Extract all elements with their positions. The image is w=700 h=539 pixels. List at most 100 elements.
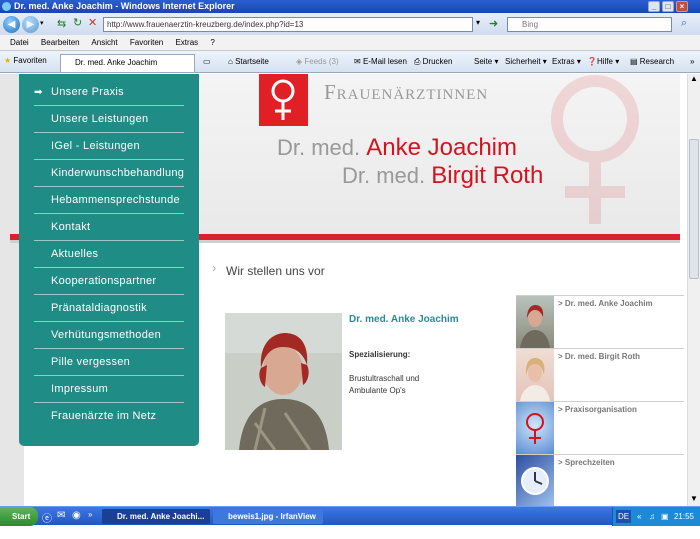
favorites-button[interactable]: ★ Favoriten	[4, 56, 47, 65]
link-label: > Sprechzeiten	[558, 458, 615, 467]
maximize-icon[interactable]: □	[662, 1, 674, 12]
network-icon[interactable]: ▣	[661, 507, 669, 526]
nav-item-hebammensprechstunde[interactable]: Hebammensprechstunde	[34, 187, 184, 214]
portrait-thumb-icon	[520, 305, 550, 348]
window-title: Dr. med. Anke Joachim - Windows Internet…	[14, 1, 235, 11]
sidebar-link-anke-joachim[interactable]: > Dr. med. Anke Joachim	[516, 295, 684, 348]
help-menu-button[interactable]: ❓Hilfe ▾	[587, 57, 619, 66]
sidebar-link-sprechzeiten[interactable]: > Sprechzeiten	[516, 454, 684, 506]
close-icon[interactable]: ×	[676, 1, 688, 12]
extras-label: Extras	[552, 57, 575, 66]
nav-label: Aktuelles	[51, 248, 99, 260]
task-label: Dr. med. Anke Joachi...	[117, 512, 205, 521]
feeds-label: Feeds (3)	[304, 57, 339, 66]
volume-icon[interactable]: ♫	[649, 507, 655, 526]
nav-item-impressum[interactable]: Impressum	[34, 376, 184, 403]
mail-button[interactable]: ✉ E-Mail lesen	[354, 57, 407, 66]
nav-label: Frauenärzte im Netz	[51, 410, 157, 422]
print-button[interactable]: ⎙ Drucken	[414, 57, 452, 67]
tray-chevron-icon[interactable]: «	[637, 507, 641, 526]
history-dropdown-icon[interactable]: ▾	[40, 19, 44, 27]
vertical-scrollbar[interactable]: ▲ ▼	[687, 74, 700, 506]
help-icon: ❓	[587, 57, 597, 66]
feeds-button[interactable]: ◈ Feeds (3)	[296, 57, 339, 66]
menu-ansicht[interactable]: Ansicht	[91, 38, 117, 47]
menu-favoriten[interactable]: Favoriten	[130, 38, 163, 47]
doctor-photo	[225, 313, 342, 450]
portrait-thumb-icon	[520, 358, 550, 401]
search-placeholder: Bing	[522, 20, 539, 29]
spec-line-1: Brustultraschall und	[349, 374, 420, 383]
venus-logo	[259, 74, 308, 126]
tab-active[interactable]: Dr. med. Anke Joachim	[60, 54, 195, 72]
new-tab-button[interactable]: ▭	[203, 57, 211, 66]
nav-label: Kinderwunschbehandlung	[51, 167, 185, 179]
page-menu-button[interactable]: Seite ▾	[474, 57, 498, 66]
taskbar: Start ⓔ ✉ ◉ » Dr. med. Anke Joachi... be…	[0, 506, 700, 536]
toolbar-overflow-icon[interactable]: »	[690, 57, 694, 66]
mail-label: E-Mail lesen	[362, 57, 407, 66]
menu-bearbeiten[interactable]: Bearbeiten	[41, 38, 80, 47]
research-button[interactable]: ▤ Research	[630, 57, 674, 66]
nav-item-praenataldiagnostik[interactable]: Pränataldiagnostik	[34, 295, 184, 322]
thumbnail-roth	[516, 349, 554, 401]
back-icon[interactable]: ◀	[3, 16, 20, 33]
go-icon[interactable]: ➜	[489, 17, 498, 30]
menu-datei[interactable]: Datei	[10, 38, 29, 47]
compat-icon[interactable]: ⇆	[57, 17, 66, 30]
portrait-image	[225, 313, 342, 450]
sidebar-link-birgit-roth[interactable]: > Dr. med. Birgit Roth	[516, 348, 684, 401]
stop-icon[interactable]: ✕	[88, 16, 97, 29]
taskbar-item-irfanview[interactable]: beweis1.jpg - IrfanView ...	[213, 509, 323, 536]
heading-chevron-icon: ›	[212, 260, 217, 275]
spec-line-2: Ambulante Op's	[349, 386, 406, 395]
nav-item-frauenaerzte-im-netz[interactable]: Frauenärzte im Netz	[34, 403, 184, 430]
nav-item-unsere-praxis[interactable]: ➡ Unsere Praxis	[34, 79, 184, 106]
profile-name: Dr. med. Anke Joachim	[349, 314, 459, 325]
menu-bar: Datei Bearbeiten Ansicht Favoriten Extra…	[0, 35, 700, 51]
safety-menu-button[interactable]: Sicherheit ▾	[505, 57, 547, 66]
doctor1-prefix: Dr. med.	[277, 135, 361, 160]
nav-item-pille-vergessen[interactable]: Pille vergessen	[34, 349, 184, 376]
system-tray: DE « ♫ ▣ 21:55	[612, 507, 700, 526]
sidebar-link-praxisorganisation[interactable]: > Praxisorganisation	[516, 401, 684, 454]
language-indicator[interactable]: DE	[616, 510, 632, 523]
quicklaunch-media-icon[interactable]: ◉	[72, 510, 81, 521]
nav-item-unsere-leistungen[interactable]: Unsere Leistungen	[34, 106, 184, 133]
nav-item-kinderwunsch[interactable]: Kinderwunschbehandlung	[34, 160, 184, 187]
arrow-right-icon: ➡	[34, 87, 43, 98]
search-input[interactable]: Bing	[507, 17, 672, 32]
refresh-icon[interactable]: ↻	[73, 16, 82, 29]
doctor2-name: Birgit Roth	[431, 162, 544, 189]
spec-label: Spezialisierung:	[349, 350, 411, 359]
home-button[interactable]: ⌂ Startseite	[228, 57, 269, 66]
favorites-label: Favoriten	[13, 56, 47, 65]
start-button[interactable]: Start	[0, 507, 38, 526]
link-label: > Dr. med. Birgit Roth	[558, 352, 641, 361]
nav-item-verhuetungsmethoden[interactable]: Verhütungsmethoden	[34, 322, 184, 349]
nav-item-aktuelles[interactable]: Aktuelles	[34, 241, 184, 268]
extras-menu-button[interactable]: Extras ▾	[552, 57, 581, 66]
nav-item-kontakt[interactable]: Kontakt	[34, 214, 184, 241]
forward-icon[interactable]: ▶	[22, 16, 39, 33]
link-label: > Dr. med. Anke Joachim	[558, 299, 653, 308]
menu-extras[interactable]: Extras	[175, 38, 198, 47]
address-dropdown-icon[interactable]: ▾	[476, 18, 480, 27]
menu-help[interactable]: ?	[210, 38, 214, 47]
favorites-bar: ★ Favoriten Dr. med. Anke Joachim ▭ ⌂ St…	[0, 51, 700, 73]
search-icon[interactable]: ⌕	[681, 17, 687, 30]
scrollbar-thumb[interactable]	[689, 139, 699, 279]
scroll-down-icon[interactable]: ▼	[690, 494, 698, 503]
quicklaunch-mail-icon[interactable]: ✉	[57, 510, 65, 521]
brand-title: Frauenärztinnen	[324, 80, 489, 104]
taskbar-item-ie[interactable]: Dr. med. Anke Joachi...	[102, 509, 210, 524]
quicklaunch-ie-icon[interactable]: ⓔ	[42, 510, 52, 525]
quicklaunch-overflow-icon[interactable]: »	[88, 510, 92, 519]
minimize-icon[interactable]: _	[648, 1, 660, 12]
nav-item-kooperationspartner[interactable]: Kooperationspartner	[34, 268, 184, 295]
doctor2-prefix: Dr. med.	[342, 163, 426, 188]
nav-item-igel-leistungen[interactable]: IGel - Leistungen	[34, 133, 184, 160]
address-input[interactable]: http://www.frauenaerztin-kreuzberg.de/in…	[103, 17, 473, 32]
scroll-up-icon[interactable]: ▲	[690, 74, 698, 83]
site-header: Frauenärztinnen Dr. med. Anke Joachim Dr…	[200, 74, 680, 234]
